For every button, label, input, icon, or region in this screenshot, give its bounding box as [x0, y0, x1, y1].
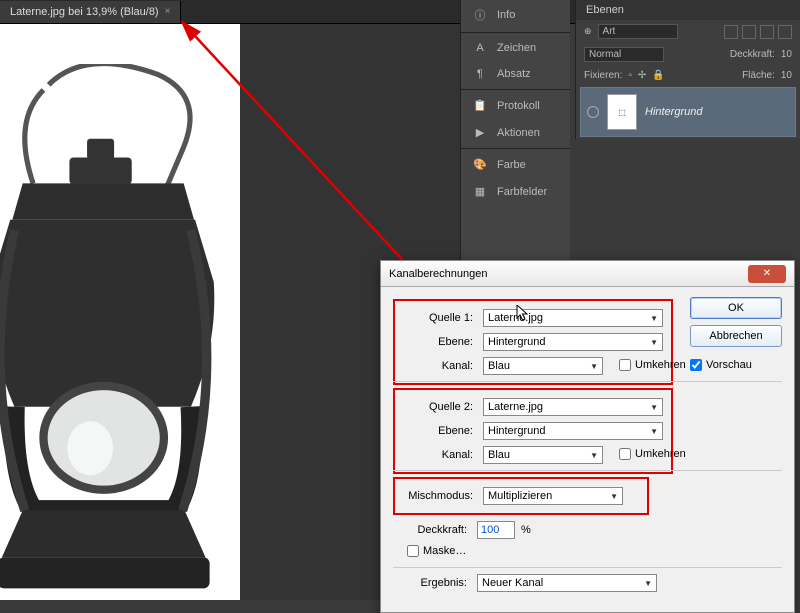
source1-label: Quelle 1: — [399, 312, 477, 324]
source2-label: Quelle 2: — [399, 401, 477, 413]
layer-name: Hintergrund — [645, 106, 702, 118]
blendmode-highlight: Mischmodus: Multiplizieren▼ — [393, 477, 649, 515]
panel-farbe[interactable]: 🎨Farbe — [461, 151, 570, 178]
lock-position-icon[interactable]: ✢ — [638, 70, 646, 81]
dialog-opacity-unit: % — [521, 524, 531, 536]
layer-filter-icons[interactable] — [724, 25, 792, 39]
layer-kind-filter[interactable]: Art — [598, 24, 678, 39]
source1-channel-select[interactable]: Blau▼ — [483, 357, 603, 375]
dialog-title-text: Kanalberechnungen — [389, 268, 487, 280]
blend-mode-select[interactable]: Normal — [584, 47, 664, 62]
source2-channel-select[interactable]: Blau▼ — [483, 446, 603, 464]
layer-row-hintergrund[interactable]: ⬚ Hintergrund — [580, 87, 796, 137]
color-icon: 🎨 — [471, 158, 489, 171]
close-tab-icon[interactable]: × — [165, 6, 171, 17]
document-tab-title: Laterne.jpg bei 13,9% (Blau/8) — [10, 6, 159, 18]
info-icon: ⓘ — [471, 7, 489, 23]
lock-pixels-icon[interactable]: ▫ — [628, 70, 632, 81]
lock-label: Fixieren: — [584, 70, 622, 81]
source1-layer-label: Ebene: — [399, 336, 477, 348]
lock-all-icon[interactable]: 🔒 — [652, 70, 664, 81]
document-tab[interactable]: Laterne.jpg bei 13,9% (Blau/8) × — [0, 1, 181, 23]
cancel-button[interactable]: Abbrechen — [690, 325, 782, 347]
panel-absatz[interactable]: ¶Absatz — [461, 61, 570, 87]
source2-select[interactable]: Laterne.jpg▼ — [483, 398, 663, 416]
panel-farbfelder[interactable]: ▦Farbfelder — [461, 178, 570, 205]
panel-info[interactable]: ⓘInfo — [461, 0, 570, 30]
swatches-icon: ▦ — [471, 185, 489, 198]
actions-icon: ▶ — [471, 126, 489, 139]
filter-pixel-icon[interactable] — [724, 25, 738, 39]
dialog-titlebar[interactable]: Kanalberechnungen ✕ — [381, 261, 794, 287]
source1-layer-select[interactable]: Hintergrund▼ — [483, 333, 663, 351]
source2-invert-checkbox[interactable]: Umkehren — [619, 448, 697, 460]
source1-highlight: Quelle 1: Laterne.jpg▼ Ebene: Hintergrun… — [393, 299, 673, 385]
character-icon: A — [471, 42, 489, 54]
mask-checkbox[interactable]: Maske… — [407, 545, 485, 557]
document-canvas[interactable] — [0, 24, 240, 600]
fill-value[interactable]: 10 — [781, 70, 792, 81]
dialog-opacity-label: Deckkraft: — [393, 524, 471, 536]
dialog-close-button[interactable]: ✕ — [748, 265, 786, 283]
dialog-opacity-input[interactable]: 100 — [477, 521, 515, 539]
panel-aktionen[interactable]: ▶Aktionen — [461, 119, 570, 146]
blendmode-label: Mischmodus: — [399, 490, 477, 502]
source1-channel-label: Kanal: — [399, 360, 477, 372]
paragraph-icon: ¶ — [471, 68, 489, 80]
opacity-label: Deckkraft: — [730, 49, 775, 60]
source2-channel-label: Kanal: — [399, 449, 477, 461]
result-label: Ergebnis: — [393, 577, 471, 589]
source2-highlight: Quelle 2: Laterne.jpg▼ Ebene: Hintergrun… — [393, 388, 673, 474]
preview-checkbox[interactable]: Vorschau — [690, 359, 782, 371]
layers-panel: Ebenen ⊕ Art Normal Deckkraft: 10 Fixier… — [575, 0, 800, 139]
blendmode-select[interactable]: Multiplizieren▼ — [483, 487, 623, 505]
source2-layer-select[interactable]: Hintergrund▼ — [483, 422, 663, 440]
history-icon: 📋 — [471, 99, 489, 112]
filter-shape-icon[interactable] — [778, 25, 792, 39]
layer-thumbnail[interactable]: ⬚ — [607, 94, 637, 130]
opacity-value[interactable]: 10 — [781, 49, 792, 60]
calculations-dialog: Kanalberechnungen ✕ OK Abbrechen Vorscha… — [380, 260, 795, 613]
panel-strip: ⓘInfo AZeichen ¶Absatz 📋Protokoll ▶Aktio… — [460, 0, 570, 300]
panel-protokoll[interactable]: 📋Protokoll — [461, 92, 570, 119]
source1-select[interactable]: Laterne.jpg▼ — [483, 309, 663, 327]
filter-adjust-icon[interactable] — [742, 25, 756, 39]
ok-button[interactable]: OK — [690, 297, 782, 319]
result-select[interactable]: Neuer Kanal▼ — [477, 574, 657, 592]
visibility-icon[interactable] — [587, 106, 599, 118]
filter-type-icon[interactable] — [760, 25, 774, 39]
lantern-image — [0, 64, 220, 604]
layers-panel-tab[interactable]: Ebenen — [576, 0, 800, 20]
fill-label: Fläche: — [742, 70, 775, 81]
panel-zeichen[interactable]: AZeichen — [461, 35, 570, 61]
source2-layer-label: Ebene: — [399, 425, 477, 437]
source1-invert-checkbox[interactable]: Umkehren — [619, 359, 697, 371]
